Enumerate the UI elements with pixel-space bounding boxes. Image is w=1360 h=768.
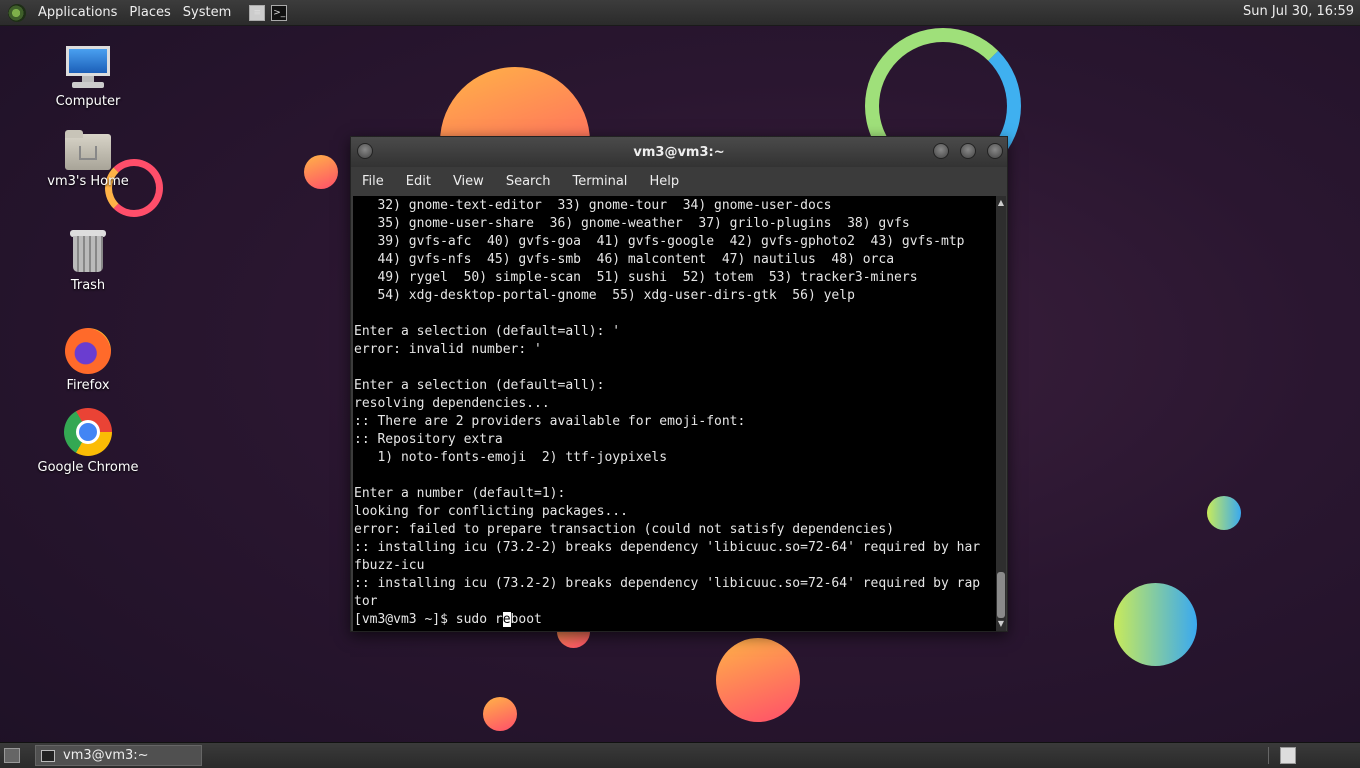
- taskbar-window-label: vm3@vm3:~: [63, 748, 149, 763]
- terminal-window[interactable]: vm3@vm3:~ File Edit View Search Terminal…: [350, 136, 1008, 632]
- terminal-line: 54) xdg-desktop-portal-gnome 55) xdg-use…: [354, 288, 855, 303]
- wallpaper-circle: [483, 697, 517, 731]
- terminal-line: Enter a selection (default=all): ': [354, 324, 621, 339]
- desktop-icon-label: Firefox: [66, 378, 110, 393]
- computer-icon: [64, 46, 112, 90]
- terminal-line: 32) gnome-text-editor 33) gnome-tour 34)…: [354, 198, 832, 213]
- maximize-button[interactable]: [960, 143, 976, 159]
- terminal-line: error: failed to prepare transaction (co…: [354, 522, 895, 537]
- terminal-launcher-icon[interactable]: >_: [271, 4, 288, 21]
- prompt-text: [vm3@vm3 ~]$: [354, 612, 456, 627]
- system-menu[interactable]: System: [177, 5, 237, 20]
- text-cursor: e: [502, 612, 511, 627]
- menu-help[interactable]: Help: [638, 174, 690, 189]
- desktop-icon-label: vm3's Home: [47, 174, 129, 189]
- clock[interactable]: Sun Jul 30, 16:59: [1243, 4, 1354, 19]
- taskbar-window-button[interactable]: vm3@vm3:~: [35, 745, 202, 766]
- firefox-icon: [65, 328, 111, 374]
- trash-icon: [70, 230, 106, 274]
- terminal-line: looking for conflicting packages...: [354, 504, 628, 519]
- minimize-button[interactable]: [933, 143, 949, 159]
- bottom-panel: vm3@vm3:~: [0, 742, 1360, 768]
- terminal-line: :: Repository extra: [354, 432, 503, 447]
- wallpaper-circle: [716, 638, 800, 722]
- show-desktop-icon[interactable]: [4, 748, 20, 763]
- terminal-line: Enter a selection (default=all):: [354, 378, 605, 393]
- command-text: sudo r: [455, 612, 503, 627]
- terminal-icon: [41, 749, 55, 762]
- window-menubar: File Edit View Search Terminal Help: [351, 167, 1007, 195]
- menu-search[interactable]: Search: [495, 174, 562, 189]
- desktop-icon-label: Google Chrome: [37, 460, 139, 475]
- prompt-line: [vm3@vm3 ~]$ sudo reboot: [354, 611, 980, 629]
- terminal-scrollbar[interactable]: ▲ ▼: [996, 196, 1006, 631]
- places-menu[interactable]: Places: [123, 5, 176, 20]
- terminal-line: :: installing icu (73.2-2) breaks depend…: [354, 540, 981, 555]
- home-folder-icon: [65, 130, 111, 170]
- terminal-line: 39) gvfs-afc 40) gvfs-goa 41) gvfs-googl…: [354, 234, 965, 249]
- terminal-line: resolving dependencies...: [354, 396, 550, 411]
- panel-separator: [1268, 747, 1269, 764]
- menu-terminal[interactable]: Terminal: [561, 174, 638, 189]
- terminal-line: Enter a number (default=1):: [354, 486, 566, 501]
- window-titlebar[interactable]: vm3@vm3:~: [351, 137, 1007, 167]
- menu-file[interactable]: File: [351, 174, 395, 189]
- desktop-icon-label: Trash: [70, 278, 106, 293]
- terminal-line: :: installing icu (73.2-2) breaks depend…: [354, 576, 981, 591]
- desktop-icon-home[interactable]: vm3's Home: [28, 130, 148, 189]
- desktop-icon-trash[interactable]: Trash: [28, 230, 148, 293]
- terminal-text: 32) gnome-text-editor 33) gnome-tour 34)…: [354, 197, 980, 629]
- chrome-icon: [64, 408, 112, 456]
- command-text: boot: [510, 612, 542, 627]
- scroll-down-arrow-icon[interactable]: ▼: [996, 619, 1006, 629]
- terminal-line: 1) noto-fonts-emoji 2) ttf-joypixels: [354, 450, 668, 465]
- menu-view[interactable]: View: [442, 174, 495, 189]
- text-editor-launcher-icon[interactable]: ≡: [249, 4, 266, 21]
- menu-edit[interactable]: Edit: [395, 174, 442, 189]
- terminal-line: 49) rygel 50) simple-scan 51) sushi 52) …: [354, 270, 918, 285]
- scroll-up-arrow-icon[interactable]: ▲: [996, 198, 1006, 208]
- close-button[interactable]: [987, 143, 1003, 159]
- terminal-line: fbuzz-icu: [354, 558, 425, 573]
- terminal-line: error: invalid number: ': [354, 342, 542, 357]
- wallpaper-circle: [1114, 583, 1197, 666]
- top-panel: Applications Places System ≡ >_ Sun Jul …: [0, 0, 1360, 26]
- desktop-icon-chrome[interactable]: Google Chrome: [28, 408, 148, 475]
- wallpaper-circle: [304, 155, 338, 189]
- scrollbar-thumb[interactable]: [997, 572, 1005, 618]
- workspace-switcher[interactable]: [1280, 747, 1296, 764]
- terminal-line: 35) gnome-user-share 36) gnome-weather 3…: [354, 216, 910, 231]
- desktop-icon-computer[interactable]: Computer: [28, 46, 148, 109]
- terminal-line: :: There are 2 providers available for e…: [354, 414, 746, 429]
- desktop-icon-firefox[interactable]: Firefox: [28, 328, 148, 393]
- terminal-output[interactable]: 32) gnome-text-editor 33) gnome-tour 34)…: [353, 196, 996, 631]
- desktop-icon-label: Computer: [55, 94, 121, 109]
- terminal-line: 44) gvfs-nfs 45) gvfs-smb 46) malcontent…: [354, 252, 895, 267]
- wallpaper-circle: [1207, 496, 1241, 530]
- distro-logo-icon[interactable]: [8, 3, 26, 22]
- window-title: vm3@vm3:~: [633, 145, 725, 160]
- terminal-line: tor: [354, 594, 378, 609]
- applications-menu[interactable]: Applications: [32, 5, 123, 20]
